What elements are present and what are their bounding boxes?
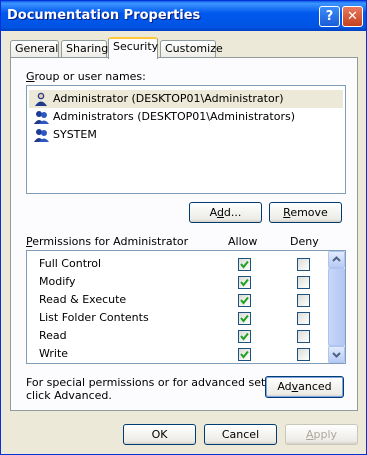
allow-checkbox[interactable] <box>238 312 251 325</box>
help-button[interactable]: ? <box>319 6 340 27</box>
permission-row: List Folder Contents <box>27 309 329 327</box>
deny-checkbox[interactable] <box>297 312 310 325</box>
deny-checkbox[interactable] <box>297 348 310 361</box>
remove-button[interactable]: Remove <box>269 202 342 223</box>
close-button[interactable]: ✕ <box>342 6 363 27</box>
tab-general[interactable]: General <box>10 40 59 58</box>
deny-checkbox[interactable] <box>297 276 310 289</box>
group-icon <box>34 111 49 124</box>
deny-column-header: Deny <box>290 235 319 248</box>
deny-checkbox[interactable] <box>297 330 310 343</box>
help-icon: ? <box>325 9 334 24</box>
checkmark-icon <box>240 260 249 269</box>
chevron-down-icon <box>332 352 341 358</box>
apply-button[interactable]: Apply <box>285 424 358 445</box>
deny-checkbox[interactable] <box>297 258 310 271</box>
properties-dialog: Documentation Properties ? ✕ General Sha… <box>0 0 367 455</box>
chevron-up-icon <box>332 256 341 262</box>
checkmark-icon <box>240 350 249 359</box>
permissions-scrollbar[interactable] <box>328 251 345 363</box>
ok-button[interactable]: OK <box>123 424 196 445</box>
tab-security[interactable]: Security <box>108 37 158 59</box>
group-icon <box>34 129 49 142</box>
permissions-list[interactable]: Full Control Modify Read & Execute List … <box>26 250 346 364</box>
allow-checkbox[interactable] <box>238 330 251 343</box>
user-list[interactable]: Administrator (DESKTOP01\Administrator) … <box>26 85 346 194</box>
cancel-button[interactable]: Cancel <box>204 424 277 445</box>
permission-row: Read & Execute <box>27 291 329 309</box>
security-panel: Group or user names: Administrator (DESK… <box>10 57 358 411</box>
close-icon: ✕ <box>347 9 358 24</box>
special-permissions-text-line1: For special permissions or for advanced … <box>26 376 296 389</box>
allow-column-header: Allow <box>228 235 258 248</box>
allow-checkbox[interactable] <box>238 258 251 271</box>
list-item-administrator[interactable]: Administrator (DESKTOP01\Administrator) <box>29 90 343 108</box>
window-title: Documentation Properties <box>7 8 201 23</box>
scroll-thumb[interactable] <box>328 268 345 346</box>
special-permissions-text-line2: click Advanced. <box>26 389 112 402</box>
tab-customize[interactable]: Customize <box>160 40 223 58</box>
allow-checkbox[interactable] <box>238 294 251 307</box>
title-bar[interactable]: Documentation Properties ? ✕ <box>1 1 366 31</box>
permission-row: Write <box>27 345 329 363</box>
checkmark-icon <box>240 314 249 323</box>
allow-checkbox[interactable] <box>238 276 251 289</box>
add-button[interactable]: Add... <box>189 202 262 223</box>
permissions-label: Permissions for Administrator <box>26 235 189 248</box>
scroll-down-button[interactable] <box>328 346 345 363</box>
scroll-up-button[interactable] <box>328 251 345 268</box>
checkmark-icon <box>240 332 249 341</box>
permission-row: Read <box>27 327 329 345</box>
allow-checkbox[interactable] <box>238 348 251 361</box>
deny-checkbox[interactable] <box>297 294 310 307</box>
checkmark-icon <box>240 296 249 305</box>
permission-row: Modify <box>27 273 329 291</box>
list-item-system[interactable]: SYSTEM <box>29 126 343 144</box>
tab-sharing[interactable]: Sharing <box>61 40 108 58</box>
permission-row: Full Control <box>27 255 329 273</box>
checkmark-icon <box>240 278 249 287</box>
group-or-user-names-label: Group or user names: <box>26 70 146 83</box>
list-item-administrators[interactable]: Administrators (DESKTOP01\Administrators… <box>29 108 343 126</box>
user-icon <box>35 92 47 106</box>
advanced-button[interactable]: Advanced <box>265 376 344 398</box>
